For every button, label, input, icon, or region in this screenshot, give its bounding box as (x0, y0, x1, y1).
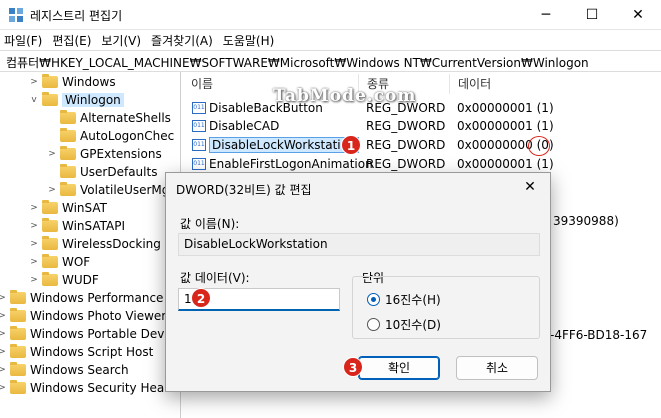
folder-icon (10, 308, 26, 322)
chevron-right-icon[interactable]: > (28, 239, 40, 249)
tree-item-windows-security-health[interactable]: >Windows Security Health (0, 379, 180, 397)
radio-checked-icon (367, 293, 380, 306)
menu-view[interactable]: 보기(V) (101, 32, 141, 49)
value-name-field: DisableLockWorkstation (178, 233, 540, 256)
step-badge-3: 3 (343, 357, 363, 377)
highlight-circle (528, 136, 550, 156)
step-badge-1: 1 (341, 135, 361, 155)
window-title: 레지스트리 편집기 (30, 9, 123, 23)
dword-value-icon: 011 (192, 120, 206, 132)
cancel-button[interactable]: 취소 (456, 356, 538, 380)
tree-item-winsat[interactable]: > WinSAT (28, 199, 107, 217)
value-data-label: 값 데이터(V): (180, 271, 250, 285)
folder-icon (10, 326, 26, 340)
dword-value-icon: 011 (192, 139, 206, 151)
folder-icon (42, 254, 58, 268)
radio-hexadecimal[interactable]: 16진수(H) (367, 291, 441, 308)
tree-item-gpextensions[interactable]: > GPExtensions (46, 145, 162, 163)
tree-item-autologonchec[interactable]: AutoLogonChec (46, 127, 174, 145)
watermark-logo: TabMode.com (273, 86, 417, 106)
chevron-right-icon[interactable]: > (46, 185, 58, 195)
close-button[interactable]: ✕ (615, 0, 661, 30)
folder-icon (10, 344, 26, 358)
chevron-right-icon[interactable]: > (0, 311, 8, 321)
tree-item-windows-photo-viewer[interactable]: >Windows Photo Viewer (0, 307, 166, 325)
folder-icon (42, 200, 58, 214)
chevron-right-icon[interactable]: > (28, 257, 40, 267)
folder-icon (60, 128, 76, 142)
tree-item-userdefaults[interactable]: UserDefaults (46, 163, 157, 181)
tree-item-volatileusermgr[interactable]: > VolatileUserMgr (46, 181, 174, 199)
chevron-right-icon[interactable]: > (0, 383, 8, 393)
tree-item-windows-performance[interactable]: >Windows Performance T (0, 289, 175, 307)
chevron-right-icon[interactable]: > (46, 149, 58, 159)
folder-icon (10, 290, 26, 304)
chevron-right-icon[interactable]: > (28, 203, 40, 213)
tree-item-winsatapi[interactable]: > WinSATAPI (28, 217, 125, 235)
value-name-label: 값 이름(N): (180, 217, 240, 231)
chevron-right-icon[interactable]: > (28, 77, 40, 87)
folder-icon (60, 164, 76, 178)
partial-data-text: -4FF6-BD18-167 (550, 328, 648, 342)
dword-value-icon: 011 (192, 102, 206, 114)
folder-icon (42, 236, 58, 250)
step-badge-2: 2 (191, 288, 211, 308)
address-bar[interactable]: 컴퓨터₩HKEY_LOCAL_MACHINE₩SOFTWARE₩Microsof… (0, 50, 661, 72)
value-row[interactable]: 011 EnableFirstLogonAnimation REG_DWORD … (183, 155, 661, 173)
folder-icon (60, 110, 76, 124)
tree-item-windows-script-host[interactable]: >Windows Script Host (0, 343, 153, 361)
value-row[interactable]: 011 DisableBackButton REG_DWORD 0x000000… (183, 99, 661, 117)
chevron-right-icon[interactable]: > (0, 347, 8, 357)
folder-icon (42, 272, 58, 286)
dialog-title: DWORD(32비트) 값 편집 (176, 183, 312, 197)
value-row[interactable]: 011 DisableCAD REG_DWORD 0x00000001 (1) (183, 117, 661, 135)
dword-value-icon: 011 (192, 158, 206, 170)
dialog-close-button[interactable]: ✕ (518, 177, 542, 197)
folder-open-icon (42, 92, 58, 106)
menu-bar: 파일(F) 편집(E) 보기(V) 즐겨찾기(A) 도움말(H) (0, 30, 661, 50)
registry-editor-icon (9, 8, 23, 22)
radio-decimal[interactable]: 10진수(D) (367, 316, 441, 333)
chevron-right-icon[interactable]: > (0, 365, 8, 375)
maximize-button[interactable]: ☐ (569, 0, 615, 30)
tree-item-wudf[interactable]: > WUDF (28, 271, 99, 289)
column-header-data[interactable]: 데이터 (450, 74, 661, 94)
key-tree[interactable]: > Windows v Winlogon AlternateShells AutoL… (0, 72, 181, 418)
menu-edit[interactable]: 편집(E) (52, 32, 91, 49)
menu-help[interactable]: 도움말(H) (223, 32, 275, 49)
folder-icon (42, 218, 58, 232)
chevron-right-icon[interactable]: > (28, 275, 40, 285)
menu-file[interactable]: 파일(F) (4, 32, 42, 49)
ok-button[interactable]: 확인 (358, 356, 440, 380)
folder-icon (10, 362, 26, 376)
minimize-button[interactable]: ─ (523, 0, 569, 30)
radio-unchecked-icon (367, 318, 380, 331)
partial-data-text: 39390988) (553, 214, 619, 228)
value-row-selected[interactable]: 011 DisableLockWorkstation REG_DWORD 0x0… (183, 136, 661, 154)
folder-icon (42, 74, 58, 88)
folder-icon (10, 380, 26, 394)
tree-item-winlogon[interactable]: v Winlogon (28, 91, 124, 109)
tree-item-wof[interactable]: > WOF (28, 253, 90, 271)
menu-favorites[interactable]: 즐겨찾기(A) (151, 32, 213, 49)
chevron-right-icon[interactable]: > (28, 221, 40, 231)
folder-icon (60, 182, 76, 196)
tree-item-alternateshells[interactable]: AlternateShells (46, 109, 171, 127)
tree-item-wirelessdocking[interactable]: > WirelessDocking (28, 235, 161, 253)
tree-item-windows-portable-devices[interactable]: >Windows Portable Devic (0, 325, 174, 343)
tree-item-windows-search[interactable]: >Windows Search (0, 361, 129, 379)
chevron-right-icon[interactable]: > (0, 293, 8, 303)
chevron-right-icon[interactable]: > (0, 329, 8, 339)
chevron-down-icon[interactable]: v (28, 95, 40, 105)
tree-item-windows[interactable]: > Windows (28, 73, 116, 91)
folder-icon (60, 146, 76, 160)
title-bar: 레지스트리 편집기 ─ ☐ ✕ (0, 0, 661, 30)
